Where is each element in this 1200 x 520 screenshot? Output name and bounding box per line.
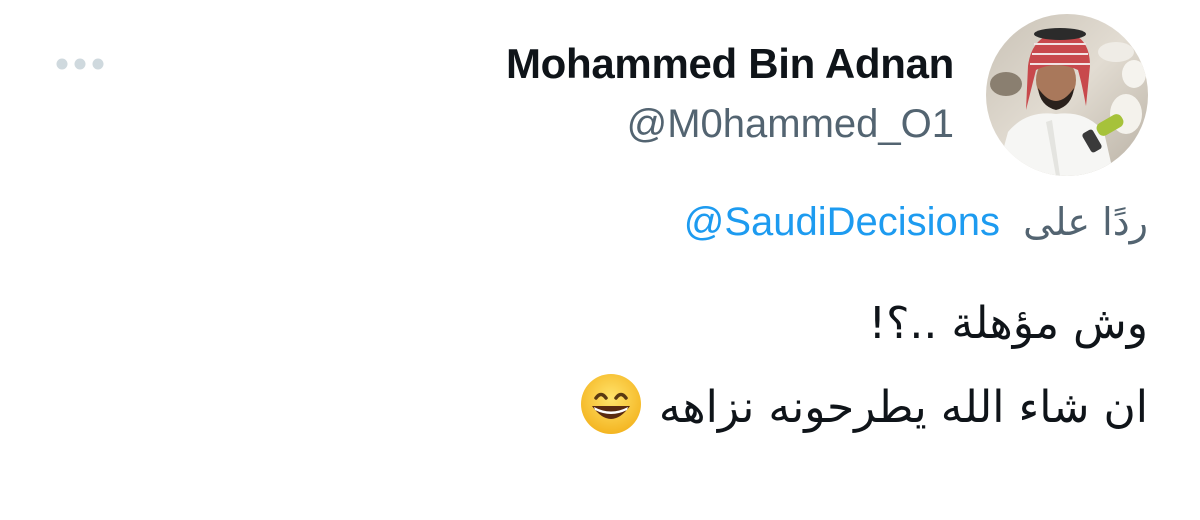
tweet-text: وش مؤهلة ..؟! ان شاء الله يطرحونه نزاهه: [579, 282, 1148, 450]
reply-label: ردًا على: [1023, 200, 1148, 244]
reply-context: ردًا على @SaudiDecisions: [684, 200, 1148, 245]
tweet-card: Mohammed Bin Adnan @M0hammed_O1 ردًا على…: [0, 0, 1200, 520]
more-horizontal-icon: [56, 58, 104, 70]
tweet-line-2: ان شاء الله يطرحونه نزاهه: [579, 366, 1148, 450]
tweet-line-2-text: ان شاء الله يطرحونه نزاهه: [658, 382, 1148, 433]
avatar[interactable]: [986, 14, 1148, 176]
more-options-button[interactable]: [48, 50, 112, 78]
author-handle[interactable]: @M0hammed_O1: [627, 102, 954, 147]
author-display-name[interactable]: Mohammed Bin Adnan: [506, 40, 954, 88]
tweet-line-1: وش مؤهلة ..؟!: [868, 298, 1148, 349]
grinning-face-icon: [579, 372, 643, 436]
reply-mention-link[interactable]: @SaudiDecisions: [684, 200, 1000, 245]
profile-photo-icon: [986, 14, 1148, 176]
